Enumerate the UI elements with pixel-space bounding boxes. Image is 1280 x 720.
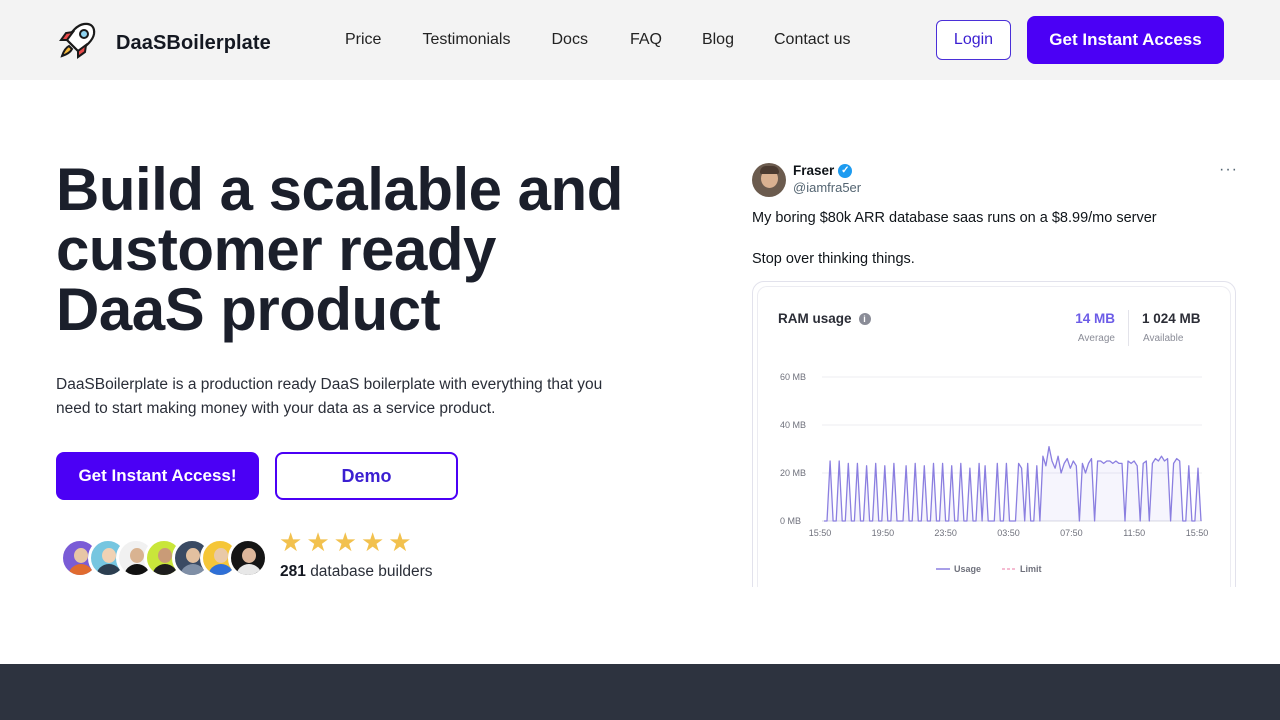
x-tick-label: 11:50 xyxy=(1123,528,1145,538)
nav-link-contact[interactable]: Contact us xyxy=(774,31,850,49)
usage-area xyxy=(824,446,1201,521)
demo-button[interactable]: Demo xyxy=(275,452,458,500)
nav-link-faq[interactable]: FAQ xyxy=(630,31,662,49)
x-tick-label: 19:50 xyxy=(872,528,895,538)
hero-title-line-3: DaaS product xyxy=(56,276,441,343)
tweet-author-handle[interactable]: @iamfra5er xyxy=(793,180,861,195)
brand-name: DaaSBoilerplate xyxy=(116,32,271,54)
tweet-author-name-text: Fraser xyxy=(793,163,835,178)
top-navigation-bar: DaaSBoilerplate Price Testimonials Docs … xyxy=(0,0,1280,80)
rating-stars: ★ ★ ★ ★ ★ xyxy=(279,528,412,556)
ram-usage-title-text: RAM usage xyxy=(778,311,852,326)
builders-label: database builders xyxy=(310,563,433,580)
ram-usage-chart: 60 MB 40 MB 20 MB 0 MB 15:50 19:50 23:50 03:50 0… xyxy=(780,372,1209,574)
hero-title: Build a scalable and customer ready DaaS… xyxy=(56,160,696,340)
nav-link-testimonials[interactable]: Testimonials xyxy=(422,31,510,49)
tweet-text-line-2: Stop over thinking things. xyxy=(752,251,915,267)
x-tick-label: 15:50 xyxy=(809,528,832,538)
info-icon[interactable]: i xyxy=(858,312,871,325)
hero-title-line-2: customer ready xyxy=(56,216,496,283)
star-icon: ★ xyxy=(279,527,303,557)
verified-badge-icon: ✓ xyxy=(838,163,853,178)
hero-get-access-button[interactable]: Get Instant Access! xyxy=(56,452,259,500)
nav-link-docs[interactable]: Docs xyxy=(551,31,587,49)
get-instant-access-button[interactable]: Get Instant Access xyxy=(1027,16,1224,64)
footer-section xyxy=(0,664,1280,720)
main-nav: Price Testimonials Docs FAQ Blog Contact… xyxy=(345,0,890,80)
tweet-text-line-1: My boring $80k ARR database saas runs on… xyxy=(752,210,1157,226)
ram-usage-title: RAM usage i xyxy=(778,311,871,326)
customer-avatars xyxy=(60,538,268,578)
y-tick-label: 40 MB xyxy=(780,420,806,430)
star-icon: ★ xyxy=(360,527,385,557)
legend-limit-label: Limit xyxy=(1020,564,1042,574)
x-tick-label: 03:50 xyxy=(997,528,1020,538)
x-tick-label: 15:50 xyxy=(1186,528,1209,538)
social-proof: 281 database builders xyxy=(280,563,433,581)
y-tick-label: 0 MB xyxy=(780,516,801,526)
y-tick-label: 60 MB xyxy=(780,372,806,382)
rocket-logo-icon xyxy=(56,20,98,67)
more-options-icon[interactable]: ··· xyxy=(1219,161,1238,179)
y-tick-label: 20 MB xyxy=(780,468,806,478)
x-tick-label: 07:50 xyxy=(1060,528,1083,538)
stats-divider xyxy=(1128,310,1129,346)
average-label: Average xyxy=(1077,333,1115,344)
avatar xyxy=(228,538,268,578)
login-button[interactable]: Login xyxy=(936,20,1011,60)
available-value: 1 024 MB xyxy=(1142,311,1201,326)
tweet-author-avatar[interactable] xyxy=(752,163,786,197)
brand[interactable]: DaaSBoilerplate xyxy=(56,20,271,67)
builders-count: 281 xyxy=(280,563,306,580)
x-tick-label: 23:50 xyxy=(934,528,957,538)
legend-usage-label: Usage xyxy=(954,564,981,574)
tweet-author-name[interactable]: Fraser ✓ xyxy=(793,163,853,178)
hero-title-line-1: Build a scalable and xyxy=(56,156,623,223)
hero-description: DaaSBoilerplate is a production ready Da… xyxy=(56,376,603,417)
star-icon: ★ xyxy=(306,527,330,557)
star-icon: ★ xyxy=(333,527,357,557)
average-value: 14 MB xyxy=(1075,311,1115,326)
star-icon: ★ xyxy=(388,527,412,557)
nav-link-price[interactable]: Price xyxy=(345,31,381,49)
nav-link-blog[interactable]: Blog xyxy=(702,31,734,49)
available-label: Available xyxy=(1143,333,1184,344)
